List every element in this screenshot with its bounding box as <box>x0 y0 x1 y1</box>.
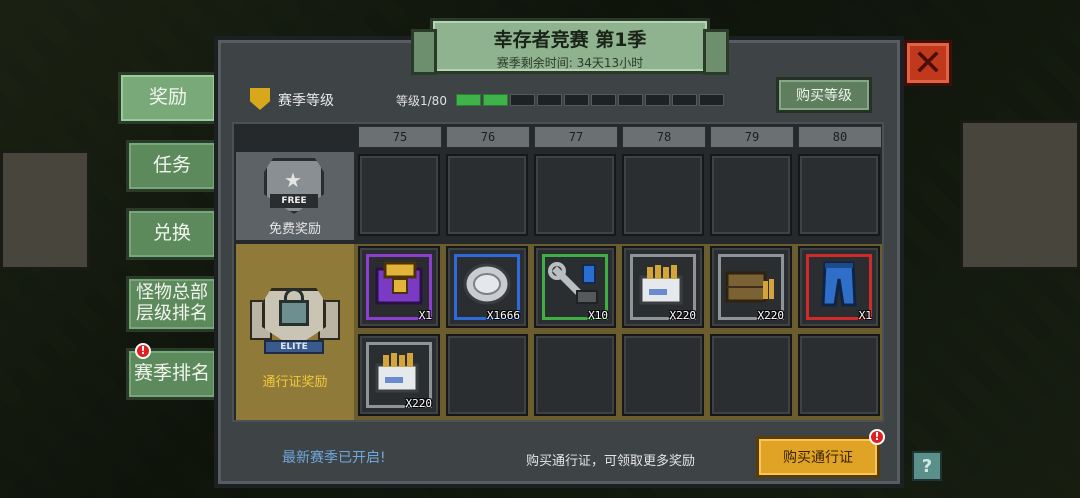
tab-exchange[interactable]: 兑换 <box>126 208 218 260</box>
tab-hq-ranking[interactable]: 怪物总部 层级排名 <box>126 276 218 332</box>
item-quantity: X220 <box>757 309 785 322</box>
pass-reward-slot[interactable] <box>622 334 704 416</box>
item-quantity: X220 <box>669 309 697 322</box>
pass-reward-slot[interactable]: X220 <box>622 246 704 328</box>
pass-reward-slot[interactable] <box>710 334 792 416</box>
level-progress-segment <box>456 94 481 106</box>
tab-exchange-label: 兑换 <box>152 222 191 245</box>
tab-season-ranking[interactable]: ! 赛季排名 <box>126 343 218 400</box>
free-reward-slot[interactable] <box>710 154 792 236</box>
season-remaining-time: 赛季剩余时间: 34天13小时 <box>496 56 644 70</box>
page-title: 幸存者竞赛 第1季 <box>493 29 647 51</box>
tab-tasks-label: 任务 <box>152 154 191 177</box>
level-column-header: 77 <box>534 126 618 148</box>
star-icon: ★ <box>284 168 302 192</box>
help-icon: ? <box>921 455 933 477</box>
tab-season-ranking-label: 赛季排名 <box>133 362 210 385</box>
tab-tasks[interactable]: 任务 <box>126 140 218 192</box>
tab-hq-ranking-label: 怪物总部 层级排名 <box>136 282 208 324</box>
ammo-box-white-icon <box>375 352 419 393</box>
pass-reward-slot[interactable]: X220 <box>710 246 792 328</box>
level-column-header: 79 <box>710 126 794 148</box>
free-reward-slot[interactable] <box>446 154 528 236</box>
buy-pass-hint: 购买通行证，可领取更多奖励 <box>526 454 696 469</box>
level-progress-segment <box>699 94 724 106</box>
notification-badge: ! <box>135 343 151 359</box>
level-progress-segment <box>537 94 562 106</box>
level-column-header: 80 <box>798 126 882 148</box>
item-quantity: X1666 <box>486 309 520 322</box>
buy-level-button[interactable]: 购买等级 <box>776 77 872 113</box>
blue-jeans-icon <box>821 261 857 307</box>
level-column-header: 75 <box>358 126 442 148</box>
pass-reward-slot[interactable] <box>534 334 616 416</box>
level-progress-text: 等级1/80 <box>396 94 447 108</box>
level-progress-segment <box>510 94 535 106</box>
buy-pass-button[interactable]: 购买通行证 ! <box>756 429 885 478</box>
level-progress-segment <box>672 94 697 106</box>
pass-reward-slot[interactable] <box>798 334 880 416</box>
notification-badge: ! <box>869 429 885 445</box>
new-season-notice: 最新赛季已开启! <box>282 450 386 466</box>
level-progress-segment <box>564 94 589 106</box>
pass-reward-slot[interactable]: X1 <box>798 246 880 328</box>
title-banner: 幸存者竞赛 第1季 赛季剩余时间: 34天13小时 <box>411 18 729 75</box>
elite-badge-text: ELITE <box>264 340 324 354</box>
free-reward-slot[interactable] <box>358 154 440 236</box>
buy-level-label: 购买等级 <box>796 88 852 104</box>
item-quantity: X1 <box>858 309 872 322</box>
pass-reward-slot[interactable]: X1666 <box>446 246 528 328</box>
level-progress-segment <box>645 94 670 106</box>
purple-crate-icon <box>375 261 423 305</box>
level-progress-segment <box>483 94 508 106</box>
pass-reward-slot[interactable]: X220 <box>358 334 440 416</box>
lock-icon <box>279 300 309 326</box>
help-button[interactable]: ? <box>912 451 942 481</box>
pass-reward-slot[interactable]: X1 <box>358 246 440 328</box>
tab-rewards[interactable]: 奖励 <box>118 72 218 124</box>
free-reward-slot[interactable] <box>798 154 880 236</box>
close-icon: ✕ <box>912 42 944 84</box>
level-progress-segment <box>618 94 643 106</box>
level-progress-bar <box>456 94 724 106</box>
item-quantity: X1 <box>418 309 432 322</box>
pass-reward-slot[interactable]: X10 <box>534 246 616 328</box>
free-reward-slot[interactable] <box>534 154 616 236</box>
season-level-label: 赛季等级 <box>278 93 334 109</box>
wrench-parts-icon <box>548 261 598 304</box>
level-column-header: 76 <box>446 126 530 148</box>
free-rewards-label: 免费奖励 <box>268 222 321 237</box>
level-column-header: 78 <box>622 126 706 148</box>
item-quantity: X10 <box>588 309 608 322</box>
close-button[interactable]: ✕ <box>904 40 952 86</box>
level-progress-segment <box>591 94 616 106</box>
free-reward-slot[interactable] <box>622 154 704 236</box>
ammo-crate-wood-icon <box>725 271 774 303</box>
pass-reward-slot[interactable] <box>446 334 528 416</box>
item-quantity: X220 <box>405 397 433 410</box>
silver-coin-icon <box>463 263 511 305</box>
ammo-box-white-icon <box>639 264 683 305</box>
free-badge-text: FREE <box>270 194 318 208</box>
tab-rewards-label: 奖励 <box>148 86 187 109</box>
buy-pass-label: 购买通行证 <box>783 450 853 466</box>
pass-rewards-label: 通行证奖励 <box>262 375 328 390</box>
